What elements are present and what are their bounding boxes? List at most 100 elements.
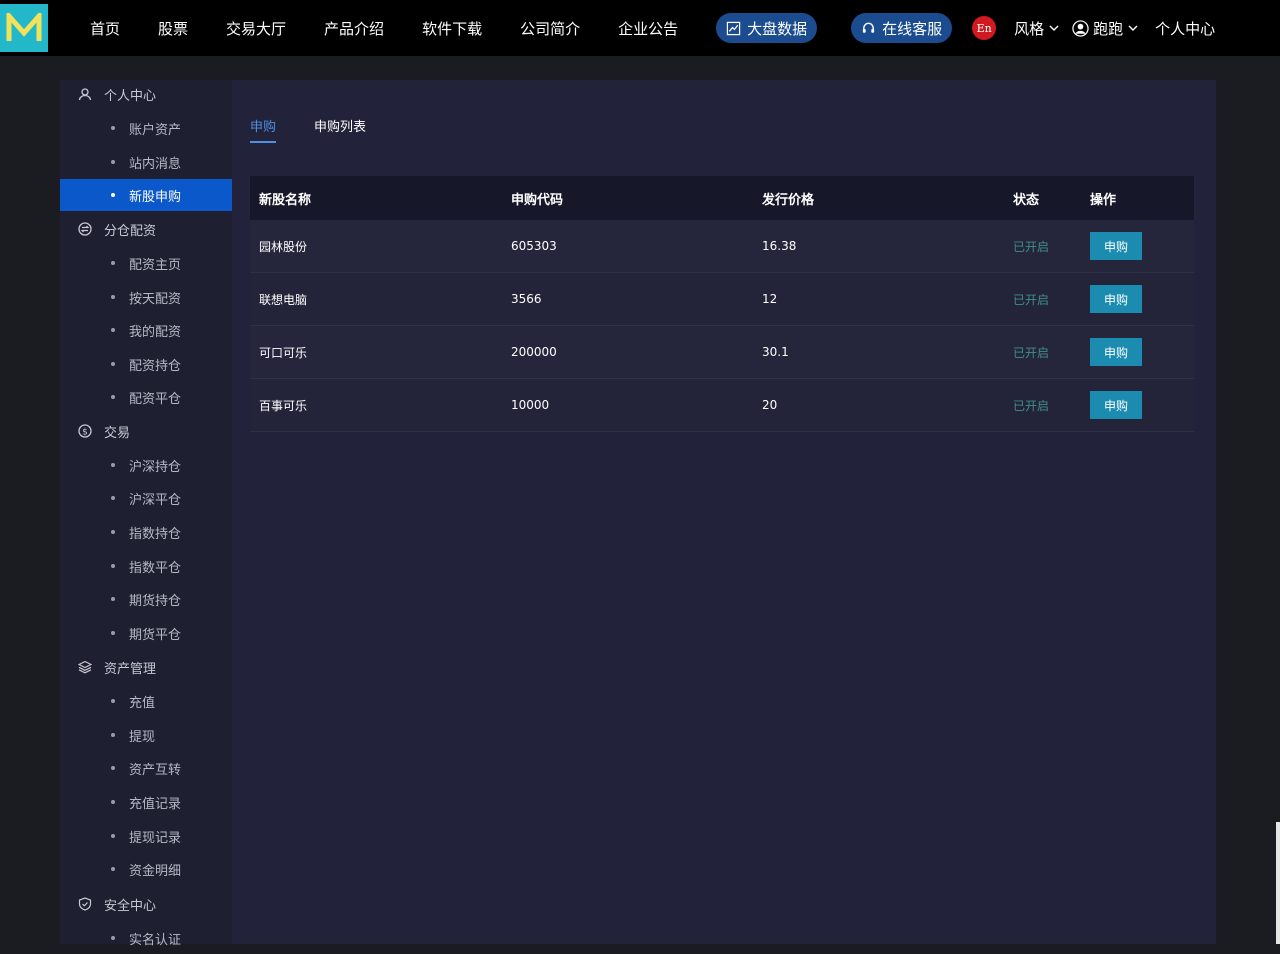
sidebar-item-label: 期货持仓 [129,593,182,609]
header-code: 申购代码 [511,192,564,208]
sidebar-item-label: 配资主页 [129,257,182,273]
nav-company[interactable]: 公司简介 [520,18,580,39]
sidebar-item-label: 新股申购 [129,189,182,205]
table-row: 可口可乐 200000 30.1 已开启 申购 [250,326,1194,379]
sidebar-item-fund-details[interactable]: 资金明细 [60,853,232,885]
cell-price: 12 [762,292,778,306]
nav-stocks[interactable]: 股票 [158,18,188,39]
sidebar-item-label: 配资平仓 [129,391,182,407]
nav-trading-hall[interactable]: 交易大厅 [226,18,286,39]
username: 跑跑 [1093,19,1124,38]
nav-download[interactable]: 软件下载 [422,18,482,39]
sidebar-group-security[interactable]: 安全中心 [78,893,156,915]
tab-subscribe-list[interactable]: 申购列表 [314,116,366,143]
table-header: 新股名称 申购代码 发行价格 状态 操作 [250,176,1194,220]
sidebar-item-futures-closed[interactable]: 期货平仓 [60,617,232,649]
subscribe-button[interactable]: 申购 [1090,391,1142,419]
table-row: 百事可乐 10000 20 已开启 申购 [250,379,1194,432]
header-status: 状态 [1013,192,1040,208]
sidebar-item-label: 沪深持仓 [129,459,182,475]
sidebar-group-label: 安全中心 [104,898,157,914]
cell-status: 已开启 [1013,345,1050,360]
layers-icon [78,660,92,674]
sidebar-item-messages[interactable]: 站内消息 [60,146,232,178]
style-menu[interactable]: 风格 [1014,18,1060,39]
header-price: 发行价格 [762,192,815,208]
cell-price: 20 [762,398,778,412]
sidebar-item-withdraw[interactable]: 提现 [60,719,232,751]
sidebar-item-my-margin[interactable]: 我的配资 [60,314,232,346]
sidebar-item-label: 配资持仓 [129,358,182,374]
chevron-down-icon [1049,25,1059,31]
sidebar-item-label: 指数持仓 [129,526,182,542]
nav-announcements[interactable]: 企业公告 [618,18,678,39]
sidebar-item-sh-sz-positions[interactable]: 沪深持仓 [60,449,232,481]
sidebar-group-assets[interactable]: 资产管理 [78,656,156,678]
logo[interactable] [0,4,48,52]
sidebar-item-verification[interactable]: 实名认证 [60,922,232,954]
nav-personal-center[interactable]: 个人中心 [1155,18,1215,39]
sidebar-item-futures-positions[interactable]: 期货持仓 [60,583,232,615]
sidebar-group-trade[interactable]: $ 交易 [78,420,130,442]
sidebar-group-margin[interactable]: 分仓配资 [78,218,156,240]
sidebar-item-margin-positions[interactable]: 配资持仓 [60,348,232,380]
cell-code: 3566 [511,292,542,306]
table-row: 园林股份 605303 16.38 已开启 申购 [250,220,1194,273]
svg-text:$: $ [82,427,88,437]
logo-m-icon [6,13,42,41]
language-toggle[interactable]: En [972,16,997,40]
sidebar-item-label: 充值记录 [129,796,182,812]
sidebar-item-ipo-subscribe[interactable]: 新股申购 [60,179,232,211]
sidebar-item-sh-sz-closed[interactable]: 沪深平仓 [60,482,232,514]
nav-products[interactable]: 产品介绍 [324,18,384,39]
sidebar-item-margin-closed[interactable]: 配资平仓 [60,381,232,413]
sidebar-item-daily-margin[interactable]: 按天配资 [60,281,232,313]
sidebar-item-index-closed[interactable]: 指数平仓 [60,550,232,582]
sidebar: 个人中心 账户资产 站内消息 新股申购 分仓配资 配资主页 按天配资 我的配资 … [60,80,232,948]
exchange-icon [78,222,92,236]
header-action: 操作 [1090,192,1117,208]
sidebar-group-personal[interactable]: 个人中心 [78,83,156,105]
user-menu[interactable]: 跑跑 [1072,18,1139,39]
cell-name: 百事可乐 [259,398,308,413]
sidebar-item-label: 沪深平仓 [129,492,182,508]
avatar-icon [1072,19,1089,37]
sidebar-item-deposit[interactable]: 充值 [60,685,232,717]
sidebar-item-label: 充值 [129,695,156,711]
subscribe-button[interactable]: 申购 [1090,338,1142,366]
sidebar-item-margin-home[interactable]: 配资主页 [60,247,232,279]
sidebar-item-account-assets[interactable]: 账户资产 [60,112,232,144]
table-body: 园林股份 605303 16.38 已开启 申购 联想电脑 3566 12 已开… [250,220,1194,432]
sidebar-item-deposit-records[interactable]: 充值记录 [60,786,232,818]
sidebar-item-label: 期货平仓 [129,627,182,643]
subscribe-button[interactable]: 申购 [1090,232,1142,260]
ipo-table: 新股名称 申购代码 发行价格 状态 操作 园林股份 605303 16.38 已… [250,176,1194,432]
big-data-label: 大盘数据 [747,19,808,38]
sidebar-item-label: 账户资产 [129,122,182,138]
sidebar-item-index-positions[interactable]: 指数持仓 [60,516,232,548]
sidebar-group-label: 资产管理 [104,661,157,677]
cell-name: 可口可乐 [259,345,308,360]
header-name: 新股名称 [259,192,312,208]
big-data-button[interactable]: 大盘数据 [716,13,818,43]
sidebar-group-label: 分仓配资 [104,223,157,239]
main-container: 个人中心 账户资产 站内消息 新股申购 分仓配资 配资主页 按天配资 我的配资 … [60,80,1216,948]
table-row: 联想电脑 3566 12 已开启 申购 [250,273,1194,326]
top-navbar: 首页 股票 交易大厅 产品介绍 软件下载 公司简介 企业公告 大盘数据 在线客服… [0,0,1280,56]
cell-code: 605303 [511,239,557,253]
sidebar-item-label: 提现记录 [129,830,182,846]
sidebar-item-label: 按天配资 [129,291,182,307]
cell-code: 10000 [511,398,550,412]
online-service-button[interactable]: 在线客服 [851,13,953,43]
cell-price: 16.38 [762,239,797,253]
nav-home[interactable]: 首页 [90,18,120,39]
subscribe-button[interactable]: 申购 [1090,285,1142,313]
cell-price: 30.1 [762,345,789,359]
page-scrollbar[interactable] [1276,822,1280,944]
chart-icon [726,21,741,35]
tab-subscribe[interactable]: 申购 [250,116,277,143]
sidebar-item-withdraw-records[interactable]: 提现记录 [60,820,232,852]
sidebar-item-label: 资产互转 [129,762,182,778]
sidebar-item-label: 资金明细 [129,863,182,879]
sidebar-item-transfer[interactable]: 资产互转 [60,752,232,784]
